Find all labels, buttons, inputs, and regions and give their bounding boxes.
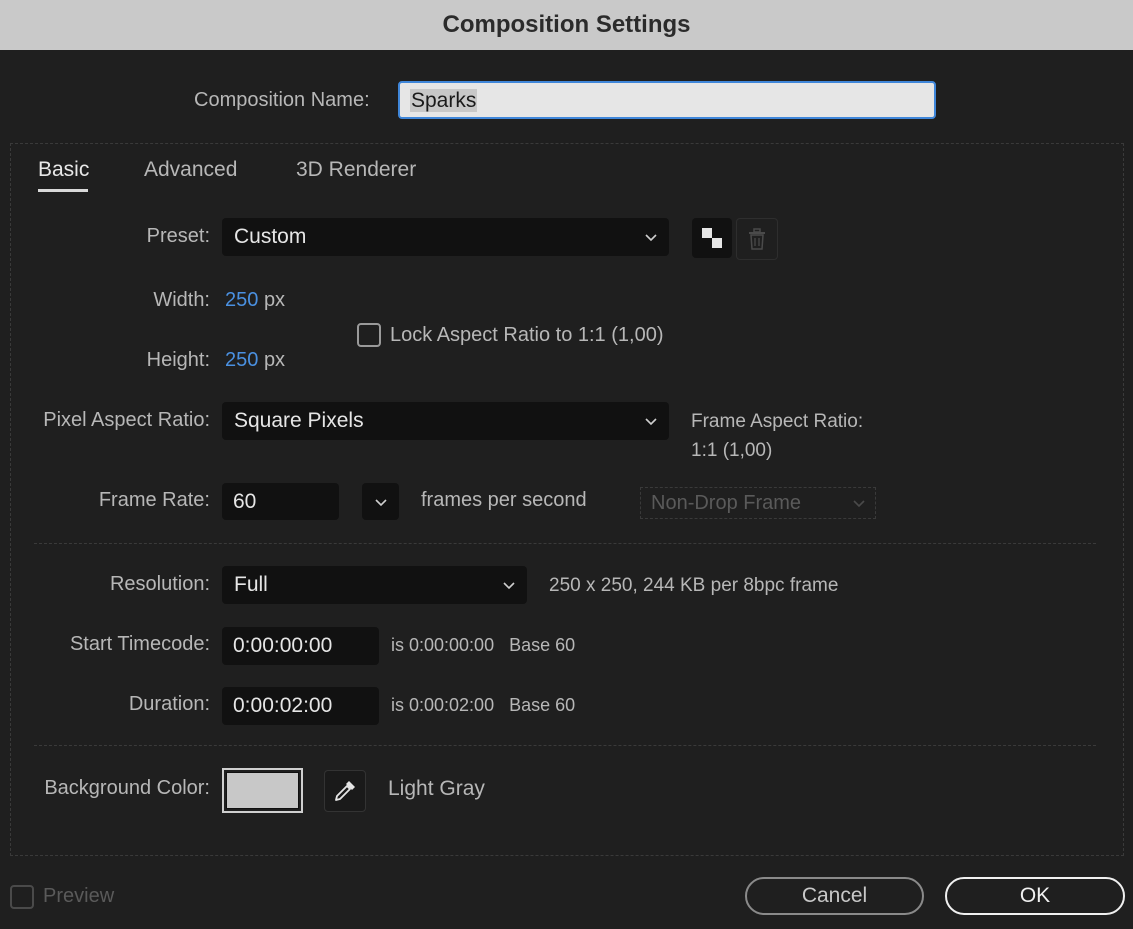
- delete-preset-button[interactable]: [736, 218, 778, 260]
- width-value[interactable]: 250: [225, 289, 258, 311]
- eyedropper-button[interactable]: [324, 770, 366, 812]
- pixel-aspect-dropdown[interactable]: Square Pixels: [222, 402, 669, 440]
- height-field: 250 px: [225, 349, 285, 372]
- frame-aspect-label: Frame Aspect Ratio:: [691, 411, 864, 432]
- start-timecode-label: Start Timecode:: [69, 633, 210, 655]
- resolution-label: Resolution:: [109, 573, 210, 595]
- height-label: Height:: [146, 349, 210, 371]
- width-field: 250 px: [225, 289, 285, 312]
- divider: [34, 745, 1096, 746]
- frame-aspect-block: Frame Aspect Ratio: 1:1 (1,00): [691, 407, 863, 465]
- width-unit: px: [263, 289, 286, 311]
- start-timecode-info: is 0:00:00:00 Base 60: [391, 635, 575, 656]
- save-preset-button[interactable]: [692, 218, 732, 258]
- preset-label: Preset:: [146, 225, 210, 247]
- pixel-aspect-label: Pixel Aspect Ratio:: [43, 409, 210, 431]
- preview-label: Preview: [43, 885, 115, 907]
- tab-3d-renderer[interactable]: 3D Renderer: [296, 158, 416, 182]
- pixel-aspect-value: Square Pixels: [234, 409, 364, 432]
- start-timecode-input[interactable]: 0:00:00:00: [222, 627, 379, 665]
- comp-name-value: Sparks: [410, 89, 478, 112]
- start-timecode-base: Base 60: [509, 635, 576, 655]
- background-color-label: Background Color:: [44, 777, 210, 799]
- duration-info: is 0:00:02:00 Base 60: [391, 695, 575, 716]
- eyedropper-icon: [335, 781, 355, 801]
- frame-rate-menu-button[interactable]: [362, 483, 399, 520]
- lock-aspect-checkbox[interactable]: [357, 323, 381, 347]
- frame-rate-input[interactable]: 60: [222, 483, 339, 520]
- comp-name-label: Composition Name:: [194, 89, 370, 111]
- drop-frame-dropdown[interactable]: Non-Drop Frame: [640, 487, 876, 519]
- divider: [34, 543, 1096, 544]
- width-label: Width:: [153, 289, 210, 311]
- frame-rate-label: Frame Rate:: [98, 489, 210, 511]
- active-tab-indicator: [38, 189, 88, 192]
- ok-button[interactable]: OK: [945, 877, 1125, 915]
- preview-checkbox[interactable]: [10, 885, 34, 909]
- preset-dropdown[interactable]: Custom: [222, 218, 669, 256]
- save-preset-icon: [702, 228, 722, 248]
- chevron-down-icon: [374, 498, 387, 506]
- height-unit: px: [263, 349, 286, 371]
- duration-base: Base 60: [509, 695, 576, 715]
- duration-input[interactable]: 0:00:02:00: [222, 687, 379, 725]
- cancel-button[interactable]: Cancel: [745, 877, 924, 915]
- resolution-value: Full: [234, 573, 268, 596]
- chevron-down-icon: [853, 500, 865, 508]
- tab-advanced[interactable]: Advanced: [144, 158, 237, 182]
- background-color-swatch[interactable]: [222, 768, 303, 813]
- lock-aspect-label: Lock Aspect Ratio to 1:1 (1,00): [390, 324, 664, 346]
- preset-value: Custom: [234, 225, 307, 248]
- tab-basic[interactable]: Basic: [38, 158, 89, 182]
- chevron-down-icon: [645, 418, 657, 426]
- trash-icon: [749, 228, 765, 250]
- frame-aspect-value: 1:1 (1,00): [691, 440, 773, 461]
- height-value[interactable]: 250: [225, 349, 258, 371]
- frame-rate-unit: frames per second: [421, 489, 587, 511]
- swatch-fill: [226, 772, 299, 809]
- resolution-dropdown[interactable]: Full: [222, 566, 527, 604]
- start-timecode-is: is 0:00:00:00: [391, 635, 495, 655]
- window-title: Composition Settings: [0, 0, 1133, 50]
- background-color-name: Light Gray: [388, 777, 485, 800]
- comp-name-input[interactable]: Sparks: [398, 81, 936, 119]
- resolution-info: 250 x 250, 244 KB per 8bpc frame: [549, 575, 839, 596]
- drop-frame-value: Non-Drop Frame: [651, 491, 802, 514]
- duration-label: Duration:: [128, 693, 210, 715]
- duration-is: is 0:00:02:00: [391, 695, 495, 715]
- chevron-down-icon: [645, 234, 657, 242]
- chevron-down-icon: [503, 582, 515, 590]
